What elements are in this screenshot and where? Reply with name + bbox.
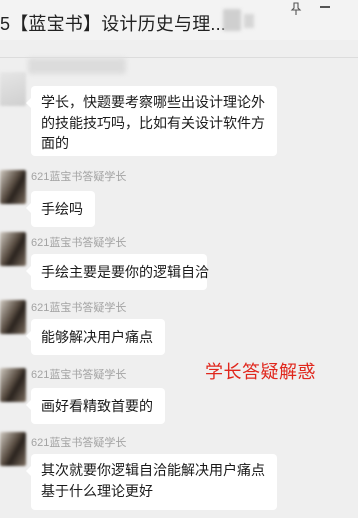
- chat-title: 5【蓝宝书】设计历史与理...: [0, 14, 227, 34]
- message-line: 学长，快题要考察哪些出设计理论外: [41, 94, 265, 110]
- message-line: 面的: [41, 135, 69, 151]
- sender-name: 621蓝宝书答疑学长: [31, 302, 127, 314]
- avatar[interactable]: [0, 432, 26, 466]
- redacted-sender-name: [28, 58, 126, 74]
- message-bubble[interactable]: 其次就要你逻辑自洽能解决用户痛点 基于什么理论更好: [26, 454, 277, 510]
- message-bubble[interactable]: 画好看精致首要的: [26, 388, 165, 424]
- redacted-title-part: [244, 14, 254, 28]
- message-bubble[interactable]: 学长，快题要考察哪些出设计理论外 的技能技巧吗，比如有关设计软件方 面的: [26, 86, 277, 156]
- message-line: 基于什么理论更好: [41, 482, 153, 499]
- red-annotation: 学长答疑解惑: [205, 362, 316, 382]
- message-bubble[interactable]: 能够解决用户痛点: [26, 319, 165, 355]
- message-line: 手绘吗: [41, 201, 83, 217]
- message-line: 手绘主要是要你的逻辑自洽: [41, 264, 209, 280]
- avatar[interactable]: [0, 72, 26, 106]
- message-bubble[interactable]: 手绘吗: [26, 191, 95, 227]
- avatar[interactable]: [0, 368, 26, 402]
- minimize-icon[interactable]: [320, 6, 330, 8]
- pin-icon[interactable]: [290, 2, 302, 16]
- message-line: 的技能技巧吗，比如有关设计软件方: [41, 114, 265, 131]
- message-line: 画好看精致首要的: [41, 398, 153, 414]
- sender-name: 621蓝宝书答疑学长: [31, 237, 127, 249]
- redacted-title-part: [223, 9, 241, 31]
- window-titlebar: 5【蓝宝书】设计历史与理...: [0, 0, 358, 40]
- avatar[interactable]: [0, 170, 26, 204]
- avatar[interactable]: [0, 232, 26, 266]
- sender-name: 621蓝宝书答疑学长: [31, 171, 127, 183]
- message-line: 能够解决用户痛点: [41, 329, 153, 345]
- message-line: 其次就要你逻辑自洽能解决用户痛点: [41, 462, 265, 478]
- message-bubble[interactable]: 手绘主要是要你的逻辑自洽: [26, 254, 209, 290]
- avatar[interactable]: [0, 300, 26, 334]
- sender-name: 621蓝宝书答疑学长: [31, 369, 127, 381]
- sender-name: 621蓝宝书答疑学长: [31, 437, 127, 449]
